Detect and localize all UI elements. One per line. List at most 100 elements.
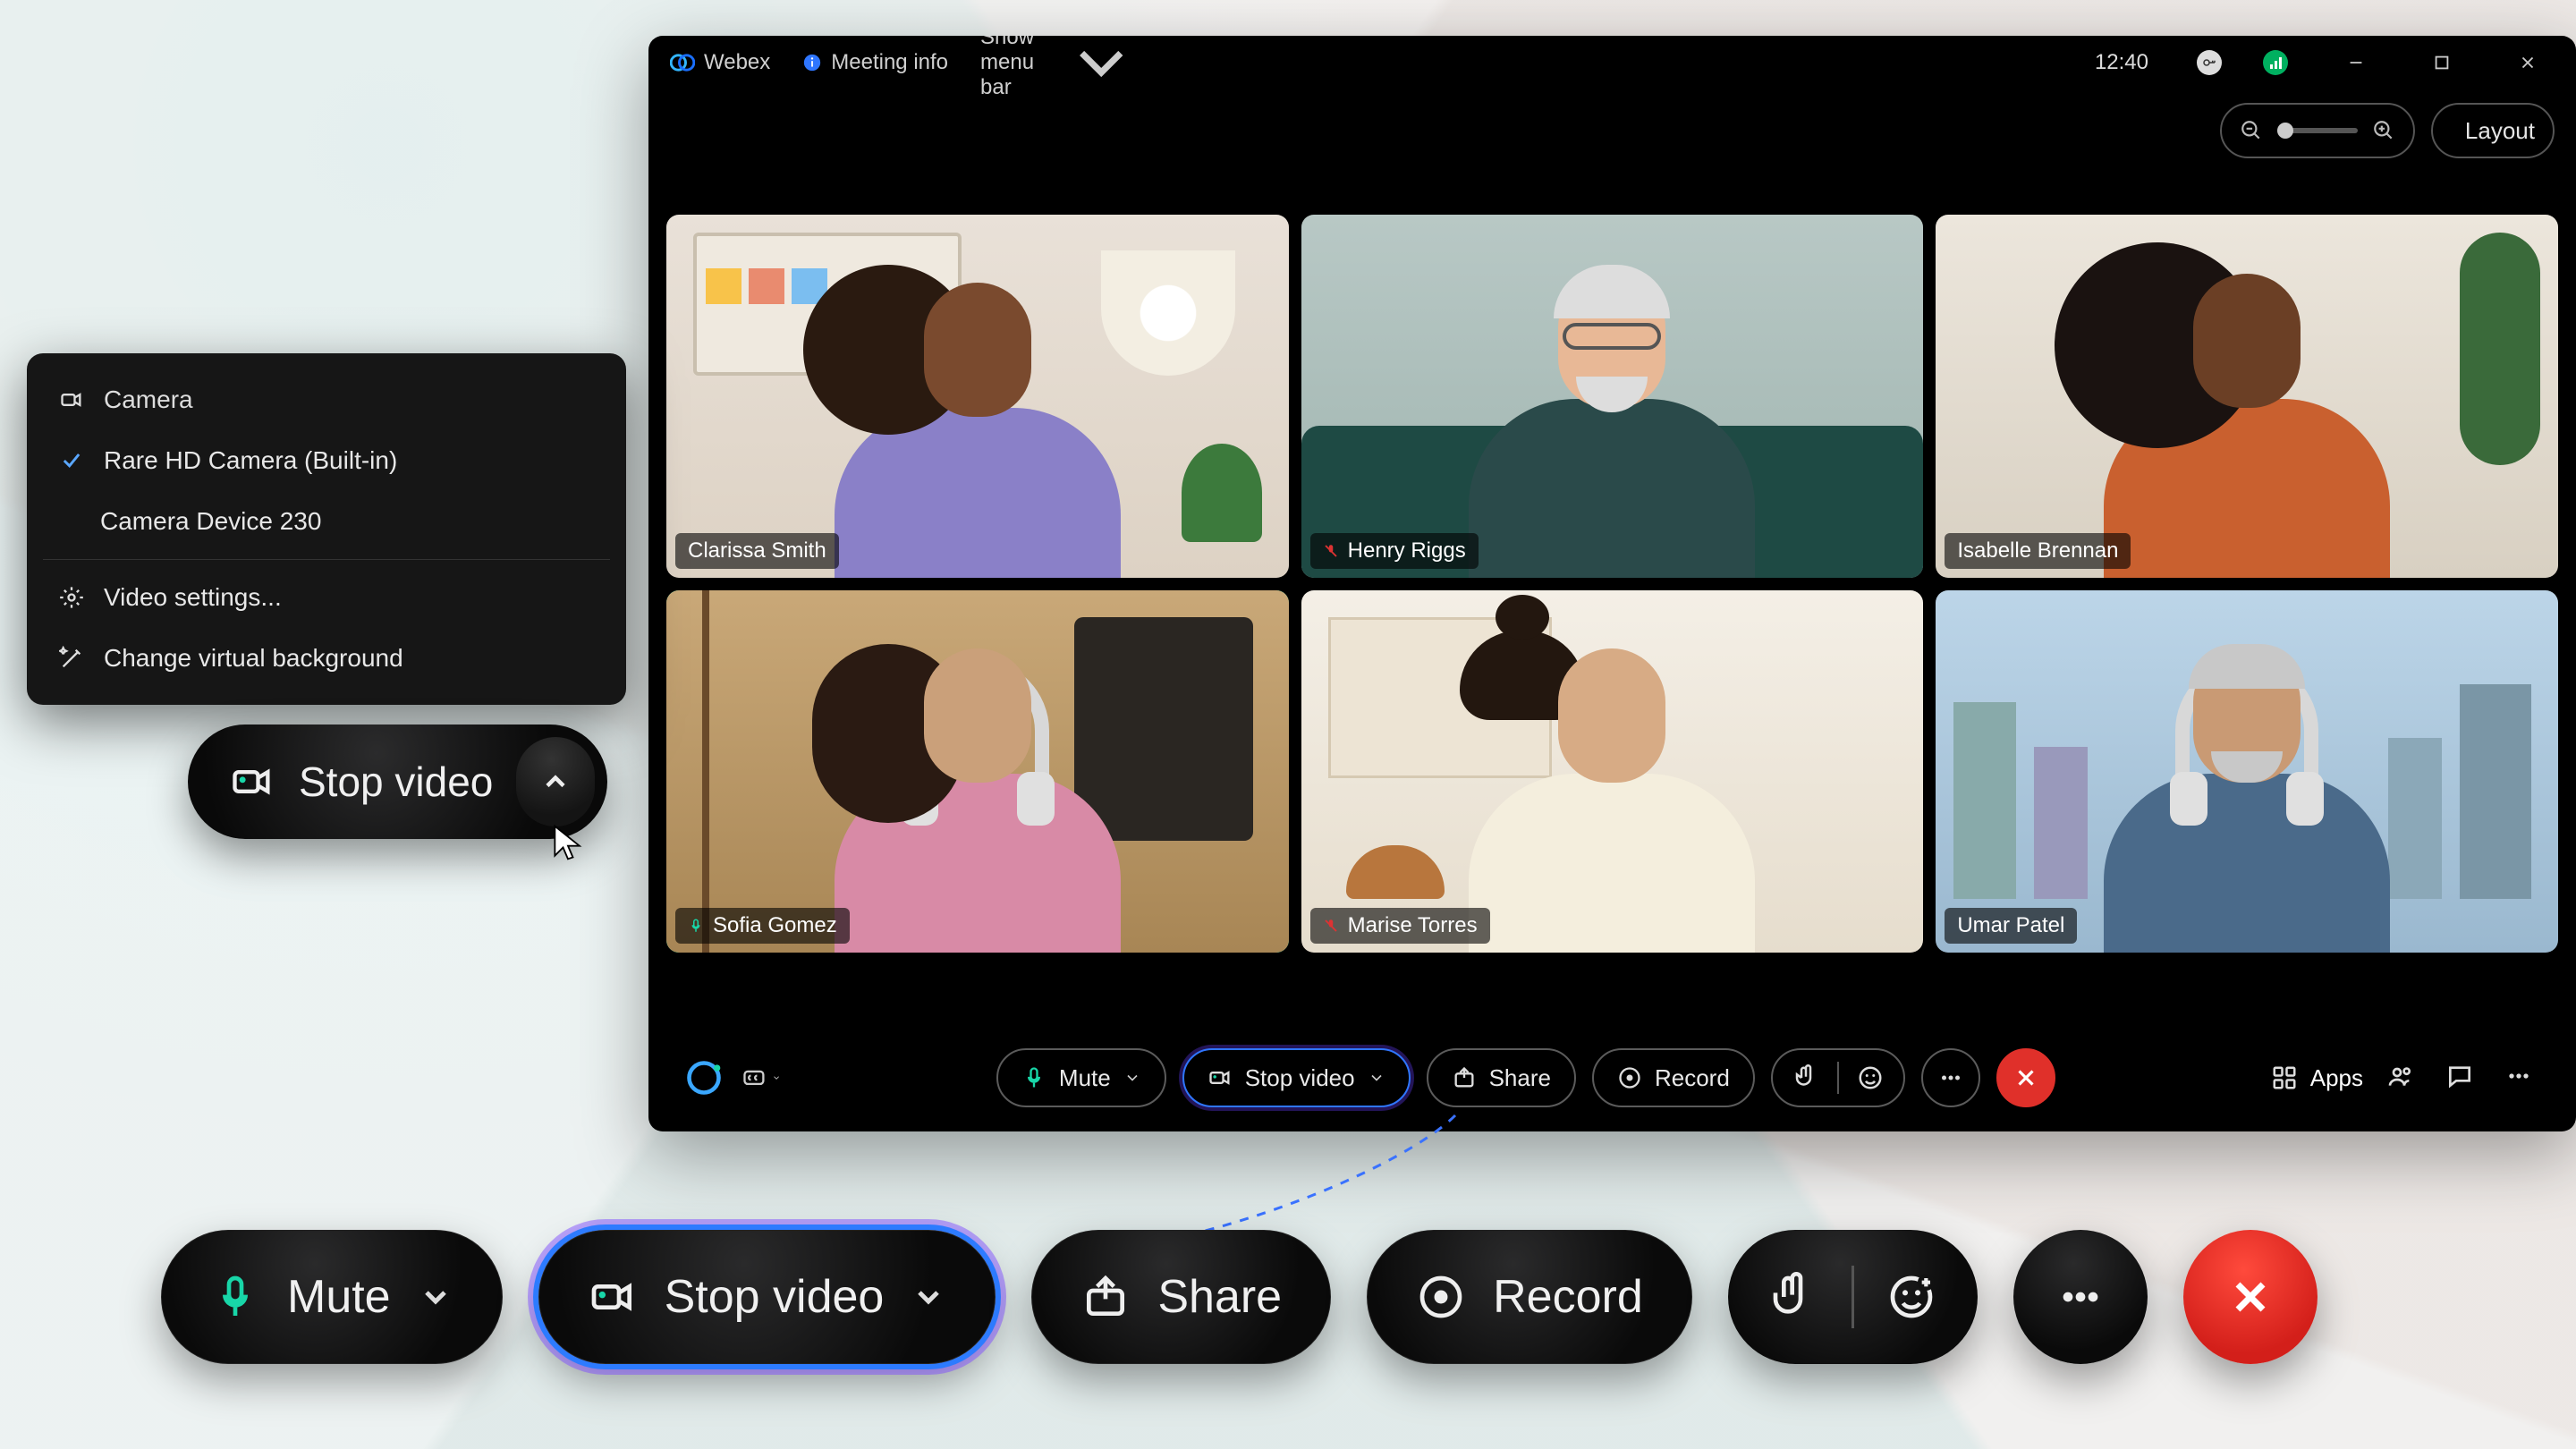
- participant-tile[interactable]: Marise Torres: [1301, 590, 1924, 953]
- webex-window: Webex Meeting info Show menu bar 12:40: [648, 36, 2576, 1131]
- camera-option-selected[interactable]: Rare HD Camera (Built-in): [27, 430, 626, 491]
- closed-captions-button[interactable]: [741, 1058, 781, 1097]
- magic-wand-icon: [59, 646, 84, 671]
- layout-button[interactable]: Layout: [2431, 103, 2555, 158]
- more-options-button-large[interactable]: [2013, 1230, 2148, 1364]
- chat-icon: [2445, 1062, 2474, 1090]
- camera-icon: [229, 758, 275, 805]
- chevron-down-icon: [418, 1279, 453, 1315]
- title-bar: Webex Meeting info Show menu bar 12:40: [648, 36, 2576, 89]
- raise-hand-icon: [1792, 1064, 1819, 1091]
- encryption-badge[interactable]: [2197, 50, 2222, 75]
- network-badge[interactable]: [2263, 50, 2288, 75]
- layout-label: Layout: [2465, 117, 2535, 145]
- camera-option-label: Rare HD Camera (Built-in): [104, 446, 397, 475]
- leave-button-large[interactable]: [2183, 1230, 2318, 1364]
- share-icon: [1080, 1272, 1131, 1322]
- video-grid: Clarissa Smith Henry Riggs: [666, 215, 2558, 953]
- camera-icon: [588, 1272, 638, 1322]
- minimize-icon: [2346, 53, 2366, 72]
- nameplate: Sofia Gomez: [675, 908, 850, 944]
- meeting-toolbar: Mute Stop video Share Record: [648, 1024, 2576, 1131]
- chat-panel-button[interactable]: [2445, 1062, 2481, 1095]
- share-label: Share: [1489, 1064, 1551, 1092]
- assistant-button[interactable]: [684, 1058, 724, 1097]
- show-menubar-button[interactable]: Show menu bar: [980, 36, 1140, 101]
- cc-icon: [741, 1065, 767, 1090]
- video-settings-label: Video settings...: [104, 583, 282, 612]
- app-name: Webex: [704, 50, 770, 75]
- apps-button[interactable]: Apps: [2271, 1064, 2363, 1092]
- participant-tile[interactable]: Umar Patel: [1936, 590, 2558, 953]
- camera-icon: [59, 387, 84, 412]
- chevron-down-icon: [772, 1071, 781, 1085]
- stop-video-button-large[interactable]: Stop video: [538, 1230, 996, 1364]
- nameplate: Marise Torres: [1310, 908, 1490, 944]
- more-options-button[interactable]: [1921, 1048, 1980, 1107]
- mute-button-large[interactable]: Mute: [161, 1230, 503, 1364]
- view-controls: Layout: [2220, 98, 2555, 163]
- nameplate: Isabelle Brennan: [1945, 533, 2131, 569]
- stop-video-callout-label: Stop video: [299, 758, 493, 806]
- nameplate: Clarissa Smith: [675, 533, 839, 569]
- mute-label: Mute: [287, 1270, 391, 1324]
- window-maximize-button[interactable]: [2415, 36, 2469, 89]
- stop-video-callout[interactable]: Stop video: [188, 724, 607, 839]
- check-icon: [59, 448, 84, 473]
- participant-name: Henry Riggs: [1348, 538, 1466, 564]
- participant-name: Clarissa Smith: [688, 538, 826, 564]
- participant-tile[interactable]: Sofia Gomez: [666, 590, 1289, 953]
- mute-label: Mute: [1059, 1064, 1111, 1092]
- popup-header-label: Camera: [104, 386, 193, 414]
- participant-tile[interactable]: Isabelle Brennan: [1936, 215, 2558, 578]
- video-options-chevron[interactable]: [516, 737, 595, 826]
- mic-active-icon: [688, 918, 704, 934]
- reactions-button[interactable]: [1771, 1048, 1905, 1107]
- more-icon: [1937, 1064, 1964, 1091]
- record-button-large[interactable]: Record: [1367, 1230, 1692, 1364]
- microphone-icon: [1021, 1065, 1046, 1090]
- zoom-in-icon: [2372, 119, 2395, 142]
- share-button[interactable]: Share: [1427, 1048, 1576, 1107]
- panel-more-button[interactable]: [2504, 1062, 2540, 1095]
- show-menubar-label: Show menu bar: [980, 36, 1054, 100]
- stop-video-label: Stop video: [665, 1270, 885, 1324]
- window-close-button[interactable]: [2501, 36, 2555, 89]
- zoom-control[interactable]: [2220, 103, 2415, 158]
- participants-panel-button[interactable]: [2386, 1062, 2422, 1095]
- participant-tile[interactable]: Clarissa Smith: [666, 215, 1289, 578]
- reactions-button-large[interactable]: [1728, 1230, 1978, 1364]
- camera-option-alt[interactable]: Camera Device 230: [27, 491, 626, 552]
- leave-button[interactable]: [1996, 1048, 2055, 1107]
- popup-header: Camera: [27, 369, 626, 430]
- share-icon: [1452, 1065, 1477, 1090]
- video-settings-item[interactable]: Video settings...: [27, 567, 626, 628]
- zoom-out-icon: [2240, 119, 2263, 142]
- assistant-icon: [684, 1058, 724, 1097]
- virtual-background-item[interactable]: Change virtual background: [27, 628, 626, 689]
- mic-muted-icon: [1323, 543, 1339, 559]
- meeting-info-button[interactable]: Meeting info: [802, 50, 948, 75]
- emoji-add-icon: [1886, 1272, 1936, 1322]
- signal-bars-icon: [2270, 56, 2282, 69]
- camera-icon: [1208, 1065, 1233, 1090]
- record-button[interactable]: Record: [1592, 1048, 1755, 1107]
- participant-name: Marise Torres: [1348, 913, 1478, 938]
- participant-tile[interactable]: Henry Riggs: [1301, 215, 1924, 578]
- zoom-slider[interactable]: [2277, 128, 2358, 133]
- camera-option-label: Camera Device 230: [100, 507, 321, 536]
- window-minimize-button[interactable]: [2329, 36, 2383, 89]
- stop-video-button[interactable]: Stop video: [1182, 1048, 1411, 1107]
- record-icon: [1617, 1065, 1642, 1090]
- app-brand: Webex: [670, 50, 770, 75]
- share-button-large[interactable]: Share: [1031, 1230, 1331, 1364]
- close-icon: [2518, 53, 2538, 72]
- participant-name: Isabelle Brennan: [1957, 538, 2118, 564]
- participant-name: Sofia Gomez: [713, 913, 837, 938]
- close-icon: [2225, 1272, 2275, 1322]
- participant-name: Umar Patel: [1957, 913, 2064, 938]
- maximize-icon: [2432, 53, 2452, 72]
- chevron-down-icon: [1123, 1069, 1141, 1087]
- mute-button[interactable]: Mute: [996, 1048, 1166, 1107]
- record-label: Record: [1493, 1270, 1643, 1324]
